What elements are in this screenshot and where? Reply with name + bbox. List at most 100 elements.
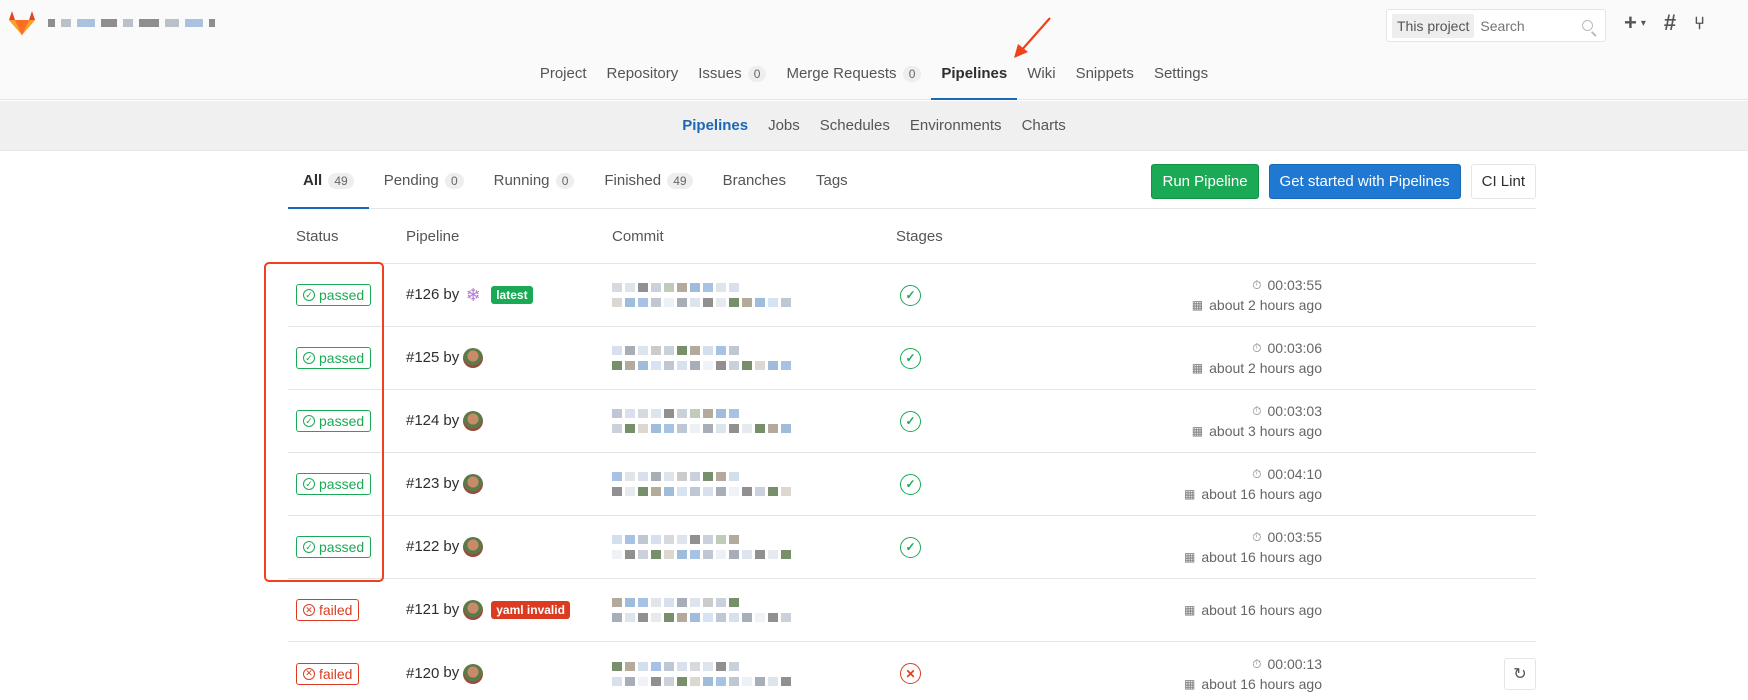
pipeline-finished-time: about 16 hours ago: [1201, 602, 1322, 618]
status-cell: ✓ passed: [288, 284, 406, 306]
pipeline-by-text: by: [443, 664, 460, 682]
pipeline-id-link[interactable]: #123: [406, 475, 439, 492]
status-badge-text: passed: [319, 476, 365, 492]
stopwatch-icon: ⏱: [1252, 278, 1262, 292]
search-box[interactable]: This project: [1386, 9, 1606, 42]
get-started-button[interactable]: Get started with Pipelines: [1268, 164, 1461, 199]
project-nav: Project Repository Issues 0 Merge Reques…: [0, 55, 1748, 100]
tab-pending[interactable]: Pending 0: [369, 172, 479, 209]
commit-cell-blurred: [612, 283, 896, 307]
user-avatar[interactable]: [463, 474, 484, 494]
stages-cell: ✓: [896, 473, 1156, 495]
pipeline-id-link[interactable]: #121: [406, 601, 439, 618]
status-cell: ✕ failed: [288, 599, 406, 621]
status-cell: ✓ passed: [288, 473, 406, 495]
pipeline-rows: ✓ passed #126 by ❄ latest ✓ ⏱ 00:03:55 ▦ about 2 h…: [288, 264, 1536, 700]
hash-icon[interactable]: #: [1664, 12, 1676, 34]
stage-passed-icon[interactable]: ✓: [900, 284, 921, 306]
pipeline-duration: 00:00:13: [1267, 655, 1323, 672]
nav-settings[interactable]: Settings: [1144, 55, 1218, 100]
status-badge[interactable]: ✓ passed: [296, 473, 372, 495]
calendar-icon: ▦: [1191, 424, 1204, 438]
stopwatch-icon: ⏱: [1252, 530, 1262, 544]
timing-cell: ⏱ 00:04:10 ▦ about 16 hours ago: [1184, 464, 1322, 504]
tab-branches[interactable]: Branches: [708, 172, 801, 209]
pipeline-id-link[interactable]: #124: [406, 412, 439, 429]
stages-cell: ✓: [896, 410, 1156, 432]
retry-pipeline-button[interactable]: ↻: [1504, 657, 1536, 690]
subnav-jobs[interactable]: Jobs: [758, 117, 810, 150]
subnav-pipelines[interactable]: Pipelines: [672, 117, 758, 150]
user-avatar[interactable]: [463, 600, 484, 620]
stage-passed-icon[interactable]: ✓: [900, 410, 921, 432]
tab-finished[interactable]: Finished 49: [589, 172, 707, 209]
status-badge[interactable]: ✕ failed: [296, 662, 360, 685]
user-avatar[interactable]: [463, 663, 484, 684]
tab-running[interactable]: Running 0: [479, 172, 590, 209]
pipeline-cell: #120 by: [406, 663, 612, 684]
merge-request-icon[interactable]: ⑂: [1694, 12, 1705, 34]
yaml-invalid-label: yaml invalid: [491, 601, 570, 619]
check-circle-icon: ✓: [303, 352, 315, 364]
search-icon[interactable]: [1582, 20, 1593, 31]
stage-passed-icon[interactable]: ✓: [900, 347, 921, 369]
tab-all[interactable]: All 49: [288, 172, 369, 209]
merge-requests-count: 0: [902, 66, 922, 82]
timing-cell: ⏱ 00:03:55 ▦ about 16 hours ago: [1184, 527, 1322, 567]
stage-passed-icon[interactable]: ✓: [900, 473, 921, 495]
subnav-charts[interactable]: Charts: [1012, 117, 1076, 150]
run-pipeline-button[interactable]: Run Pipeline: [1151, 164, 1259, 199]
pipeline-cell: #126 by ❄ latest: [406, 285, 612, 305]
pipeline-by-text: by: [443, 537, 460, 555]
pipeline-id-link[interactable]: #120: [406, 664, 439, 681]
nav-repository[interactable]: Repository: [597, 55, 689, 100]
user-avatar[interactable]: [463, 411, 484, 431]
pipeline-finished-time: about 16 hours ago: [1201, 549, 1322, 565]
pipeline-id-link[interactable]: #126: [406, 286, 439, 303]
status-cell: ✕ failed: [288, 662, 406, 685]
nav-issues[interactable]: Issues 0: [688, 55, 776, 100]
issues-count: 0: [747, 66, 767, 82]
nav-snippets[interactable]: Snippets: [1066, 55, 1144, 100]
user-avatar[interactable]: [463, 537, 484, 557]
pipeline-row: ✕ failed #121 by yaml invalid ▦ about 16 hours…: [288, 579, 1536, 642]
user-avatar[interactable]: ❄: [463, 285, 483, 305]
nav-merge-requests[interactable]: Merge Requests 0: [776, 55, 931, 100]
gitlab-logo-icon[interactable]: [8, 10, 36, 36]
search-scope-pill[interactable]: This project: [1392, 13, 1475, 38]
commit-cell-blurred: [612, 661, 896, 686]
column-pipeline: Pipeline: [406, 227, 460, 245]
subnav-environments[interactable]: Environments: [900, 117, 1012, 150]
status-cell: ✓ passed: [288, 536, 406, 558]
stage-passed-icon[interactable]: ✓: [900, 536, 921, 558]
status-badge[interactable]: ✓ passed: [296, 284, 372, 306]
status-badge[interactable]: ✓ passed: [296, 410, 372, 432]
commit-cell-blurred: [612, 598, 896, 622]
pipeline-id-link[interactable]: #125: [406, 349, 439, 366]
stage-failed-icon[interactable]: ✕: [900, 663, 921, 684]
search-input[interactable]: [1480, 17, 1581, 34]
user-avatar[interactable]: [463, 348, 484, 368]
status-badge[interactable]: ✕ failed: [296, 599, 360, 621]
subnav-schedules[interactable]: Schedules: [810, 117, 900, 150]
chevron-down-icon[interactable]: ▾: [1641, 18, 1646, 29]
stopwatch-icon: ⏱: [1252, 404, 1262, 418]
tab-tags[interactable]: Tags: [801, 172, 863, 209]
column-stages: Stages: [896, 227, 943, 245]
pipeline-duration: 00:03:03: [1267, 403, 1323, 419]
pipeline-cell: #123 by: [406, 474, 612, 494]
nav-wiki[interactable]: Wiki: [1017, 55, 1065, 100]
ci-lint-button[interactable]: CI Lint: [1470, 164, 1536, 199]
plus-icon[interactable]: +: [1624, 12, 1637, 34]
pipeline-id-link[interactable]: #122: [406, 538, 439, 555]
x-circle-icon: ✕: [303, 667, 315, 680]
pipeline-duration: 00:03:55: [1267, 277, 1323, 293]
calendar-icon: ▦: [1184, 487, 1196, 501]
pipeline-cell: #125 by: [406, 348, 612, 368]
status-badge-text: failed: [319, 665, 353, 682]
latest-label: latest: [491, 286, 533, 304]
nav-project[interactable]: Project: [530, 55, 597, 100]
status-badge[interactable]: ✓ passed: [296, 536, 372, 558]
nav-pipelines[interactable]: Pipelines: [931, 55, 1018, 100]
status-badge[interactable]: ✓ passed: [296, 347, 372, 369]
